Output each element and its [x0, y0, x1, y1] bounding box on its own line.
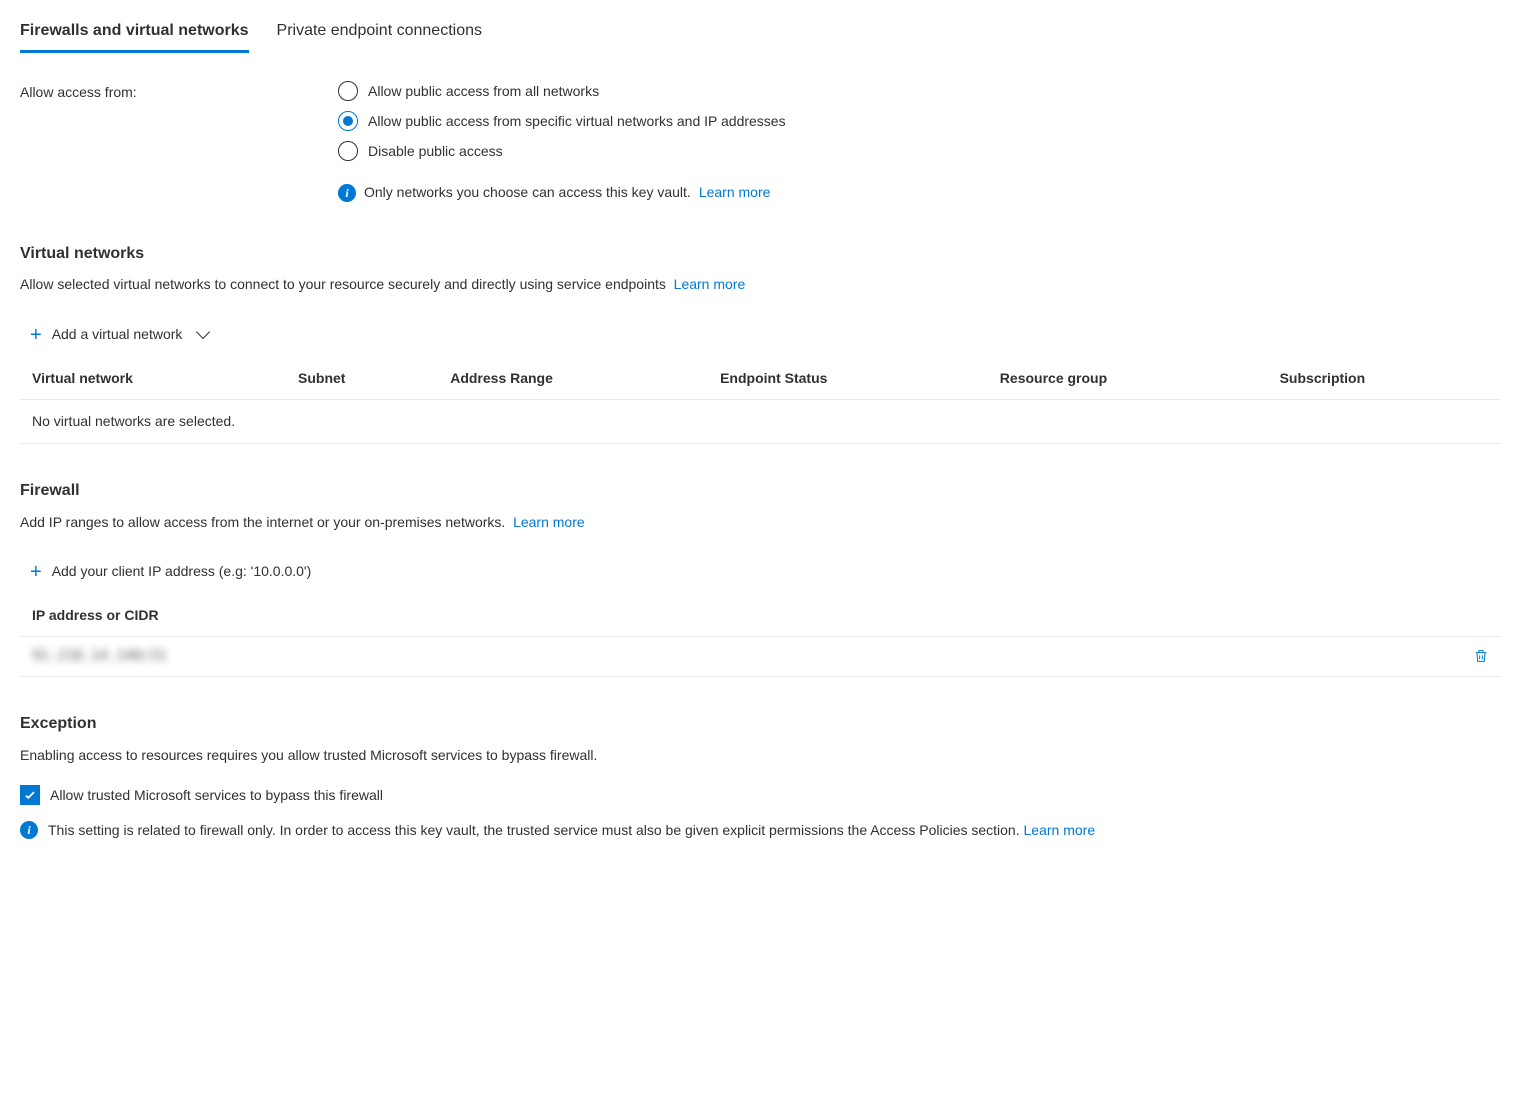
- col-subscription: Subscription: [1268, 359, 1501, 399]
- add-vnet-label: Add a virtual network: [52, 325, 183, 345]
- access-radio-group: Allow public access from all networks Al…: [338, 81, 786, 203]
- radio-label: Allow public access from specific virtua…: [368, 112, 786, 132]
- tab-firewalls[interactable]: Firewalls and virtual networks: [20, 20, 249, 53]
- radio-allow-all[interactable]: Allow public access from all networks: [338, 81, 786, 101]
- check-icon: [23, 788, 37, 802]
- info-icon: i: [338, 184, 356, 202]
- vnet-table: Virtual network Subnet Address Range End…: [20, 359, 1501, 444]
- radio-circle-selected-icon: [338, 111, 358, 131]
- radio-label: Disable public access: [368, 142, 503, 162]
- radio-label: Allow public access from all networks: [368, 82, 599, 102]
- access-info-row: i Only networks you choose can access th…: [338, 183, 786, 203]
- exception-info-text: This setting is related to firewall only…: [48, 822, 1020, 838]
- trash-icon: [1473, 648, 1489, 664]
- delete-ip-button[interactable]: [1473, 648, 1489, 666]
- ip-address-value[interactable]: 91.218.14.140/31: [32, 647, 167, 667]
- exception-section: Exception Enabling access to resources r…: [20, 713, 1501, 841]
- add-client-ip-button[interactable]: + Add your client IP address (e.g: '10.0…: [30, 562, 311, 582]
- exception-title: Exception: [20, 713, 1501, 735]
- radio-circle-icon: [338, 141, 358, 161]
- info-icon: i: [20, 821, 38, 839]
- tab-private-endpoint[interactable]: Private endpoint connections: [277, 20, 482, 53]
- access-info-text: Only networks you choose can access this…: [364, 183, 691, 203]
- vnet-empty-row: No virtual networks are selected.: [20, 399, 1501, 444]
- vnet-learn-more-link[interactable]: Learn more: [674, 276, 746, 292]
- add-virtual-network-button[interactable]: + Add a virtual network: [30, 325, 208, 345]
- col-address-range: Address Range: [438, 359, 708, 399]
- access-learn-more-link[interactable]: Learn more: [699, 183, 771, 203]
- firewall-learn-more-link[interactable]: Learn more: [513, 514, 585, 530]
- exception-info-row: i This setting is related to firewall on…: [20, 821, 1501, 841]
- plus-icon: +: [30, 562, 42, 582]
- vnet-desc-text: Allow selected virtual networks to conne…: [20, 276, 666, 292]
- trusted-services-label: Allow trusted Microsoft services to bypa…: [50, 786, 383, 806]
- col-resource-group: Resource group: [988, 359, 1268, 399]
- radio-allow-specific[interactable]: Allow public access from specific virtua…: [338, 111, 786, 131]
- col-virtual-network: Virtual network: [20, 359, 286, 399]
- radio-circle-icon: [338, 81, 358, 101]
- access-from-label: Allow access from:: [20, 81, 338, 103]
- col-subnet: Subnet: [286, 359, 438, 399]
- trusted-services-checkbox-row[interactable]: Allow trusted Microsoft services to bypa…: [20, 785, 1501, 805]
- checkbox-checked-icon: [20, 785, 40, 805]
- exception-info-content: This setting is related to firewall only…: [48, 821, 1095, 841]
- chevron-down-icon: [196, 325, 210, 339]
- add-ip-label: Add your client IP address (e.g: '10.0.0…: [52, 562, 312, 582]
- vnet-empty-text: No virtual networks are selected.: [20, 399, 1501, 444]
- tabs-bar: Firewalls and virtual networks Private e…: [20, 20, 1501, 53]
- ip-column-header: IP address or CIDR: [20, 596, 1501, 637]
- ip-row: 91.218.14.140/31: [20, 637, 1501, 678]
- exception-learn-more-link[interactable]: Learn more: [1024, 822, 1096, 838]
- firewall-desc-text: Add IP ranges to allow access from the i…: [20, 514, 505, 530]
- radio-disable[interactable]: Disable public access: [338, 141, 786, 161]
- firewall-title: Firewall: [20, 480, 1501, 502]
- virtual-networks-section: Virtual networks Allow selected virtual …: [20, 243, 1501, 444]
- access-from-section: Allow access from: Allow public access f…: [20, 81, 1501, 203]
- firewall-description: Add IP ranges to allow access from the i…: [20, 513, 1501, 533]
- vnet-title: Virtual networks: [20, 243, 1501, 265]
- plus-icon: +: [30, 325, 42, 345]
- firewall-section: Firewall Add IP ranges to allow access f…: [20, 480, 1501, 677]
- col-endpoint-status: Endpoint Status: [708, 359, 988, 399]
- exception-description: Enabling access to resources requires yo…: [20, 746, 1501, 766]
- vnet-description: Allow selected virtual networks to conne…: [20, 275, 1501, 295]
